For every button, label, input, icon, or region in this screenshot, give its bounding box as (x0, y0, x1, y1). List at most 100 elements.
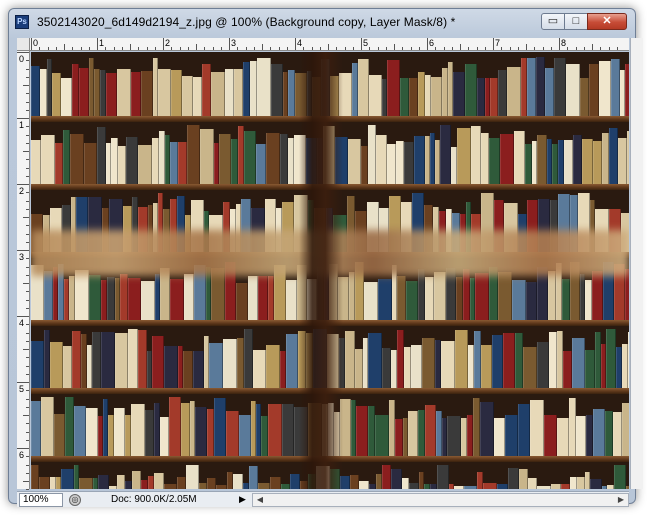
scroll-right-icon[interactable]: ▶ (614, 494, 628, 506)
title-bar[interactable]: Ps 3502143020_6d149d2194_z.jpg @ 100% (B… (9, 9, 635, 35)
book-spine (101, 331, 115, 388)
zoom-level-field[interactable]: 100% (19, 492, 63, 507)
document-size-info: Doc: 900.0K/2.05M (111, 494, 197, 505)
ruler-tick (23, 283, 29, 284)
book-spine (528, 478, 537, 489)
ruler-tick (31, 38, 32, 50)
book-spine (627, 131, 629, 184)
ruler-left-label: 5 (19, 384, 25, 394)
minimize-button[interactable]: ▭ (541, 13, 565, 30)
book-spine (518, 403, 530, 456)
book-spine (98, 475, 109, 489)
book-spine (117, 475, 125, 489)
book-spine (498, 272, 512, 320)
book-spine (525, 144, 532, 184)
book-spine (387, 59, 400, 116)
book-spine (268, 404, 282, 456)
book-spine (418, 72, 425, 116)
book-spine (592, 271, 603, 320)
book-spine (115, 333, 128, 388)
book-spine (618, 137, 627, 184)
book-spine (233, 474, 243, 489)
book-spine (214, 398, 226, 456)
ruler-origin[interactable] (17, 38, 30, 51)
status-menu-arrow-icon[interactable]: ▶ (239, 494, 246, 505)
book-spine (505, 414, 518, 456)
book-spine (258, 482, 270, 489)
ruler-tick (26, 373, 29, 375)
book-spine (202, 63, 211, 116)
book-spine (199, 483, 207, 489)
book-spine (537, 486, 551, 489)
book-spine (614, 465, 626, 489)
book-spine (519, 468, 528, 489)
ruler-tick (608, 47, 610, 50)
vertical-ruler[interactable]: 0 1 2 3 4 5 6 (17, 51, 30, 507)
book-spine (41, 397, 54, 456)
book-spine (52, 72, 61, 116)
book-spine (109, 485, 117, 489)
book-spine (454, 486, 464, 489)
book-spine (31, 140, 41, 184)
book-spine (356, 405, 368, 456)
ruler-tick (212, 47, 214, 50)
scroll-left-icon[interactable]: ◀ (253, 494, 267, 506)
book-spine (431, 77, 442, 116)
book-spine (164, 483, 177, 489)
book-spine (359, 480, 369, 489)
book-spine (348, 139, 361, 184)
book-spine (507, 66, 521, 116)
zoom-indicator-icon: ◎ (69, 493, 81, 506)
ruler-top-label: 2 (165, 38, 171, 48)
book-spine (514, 131, 525, 184)
horizontal-scrollbar[interactable]: ◀ ▶ (251, 492, 629, 507)
book-spine (489, 138, 500, 184)
maximize-button[interactable]: □ (564, 13, 588, 30)
ruler-top-label: 7 (495, 38, 501, 48)
ruler-tick (23, 349, 29, 350)
ruler-tick (427, 38, 428, 50)
book-spine (207, 478, 216, 489)
book-spine (368, 332, 382, 388)
book-spine (266, 345, 280, 388)
ruler-tick (245, 47, 247, 50)
ruler-tick (146, 47, 148, 50)
book-spine (537, 134, 547, 184)
book-spine (258, 276, 268, 320)
book-spine (497, 484, 508, 489)
close-button[interactable]: ✕ (587, 13, 627, 30)
book-spine (364, 282, 378, 320)
ruler-tick (26, 208, 29, 210)
book-spine (350, 475, 359, 489)
book-spine (282, 404, 294, 456)
ruler-tick (26, 357, 29, 359)
ruler-tick (113, 47, 115, 50)
book-spine (120, 273, 128, 320)
book-spine (580, 77, 589, 116)
ruler-tick (26, 472, 29, 474)
book-spine (219, 133, 231, 184)
ruler-tick (592, 44, 593, 50)
ruler-top-label: 5 (363, 38, 369, 48)
book-spine (280, 134, 288, 184)
book-spine (465, 64, 477, 116)
ruler-tick (171, 47, 173, 50)
book-spine (170, 142, 178, 184)
ruler-top-label: 0 (33, 38, 39, 48)
book-spine (65, 397, 74, 456)
book-spine (244, 329, 253, 388)
book-spine (209, 343, 223, 388)
ruler-tick (385, 47, 387, 50)
book-spine (404, 142, 414, 184)
ruler-tick (26, 439, 29, 441)
ruler-tick (179, 47, 181, 50)
book-spine (402, 478, 409, 489)
book-spine (422, 338, 435, 388)
horizontal-ruler[interactable]: 0 1 2 3 4 5 6 7 8 (17, 38, 629, 51)
book-spine (441, 340, 455, 388)
ruler-tick (377, 47, 379, 50)
vertical-scrollbar[interactable] (630, 38, 643, 489)
ruler-tick (26, 324, 29, 326)
image-canvas[interactable] (31, 52, 629, 489)
book-spine (244, 131, 256, 184)
